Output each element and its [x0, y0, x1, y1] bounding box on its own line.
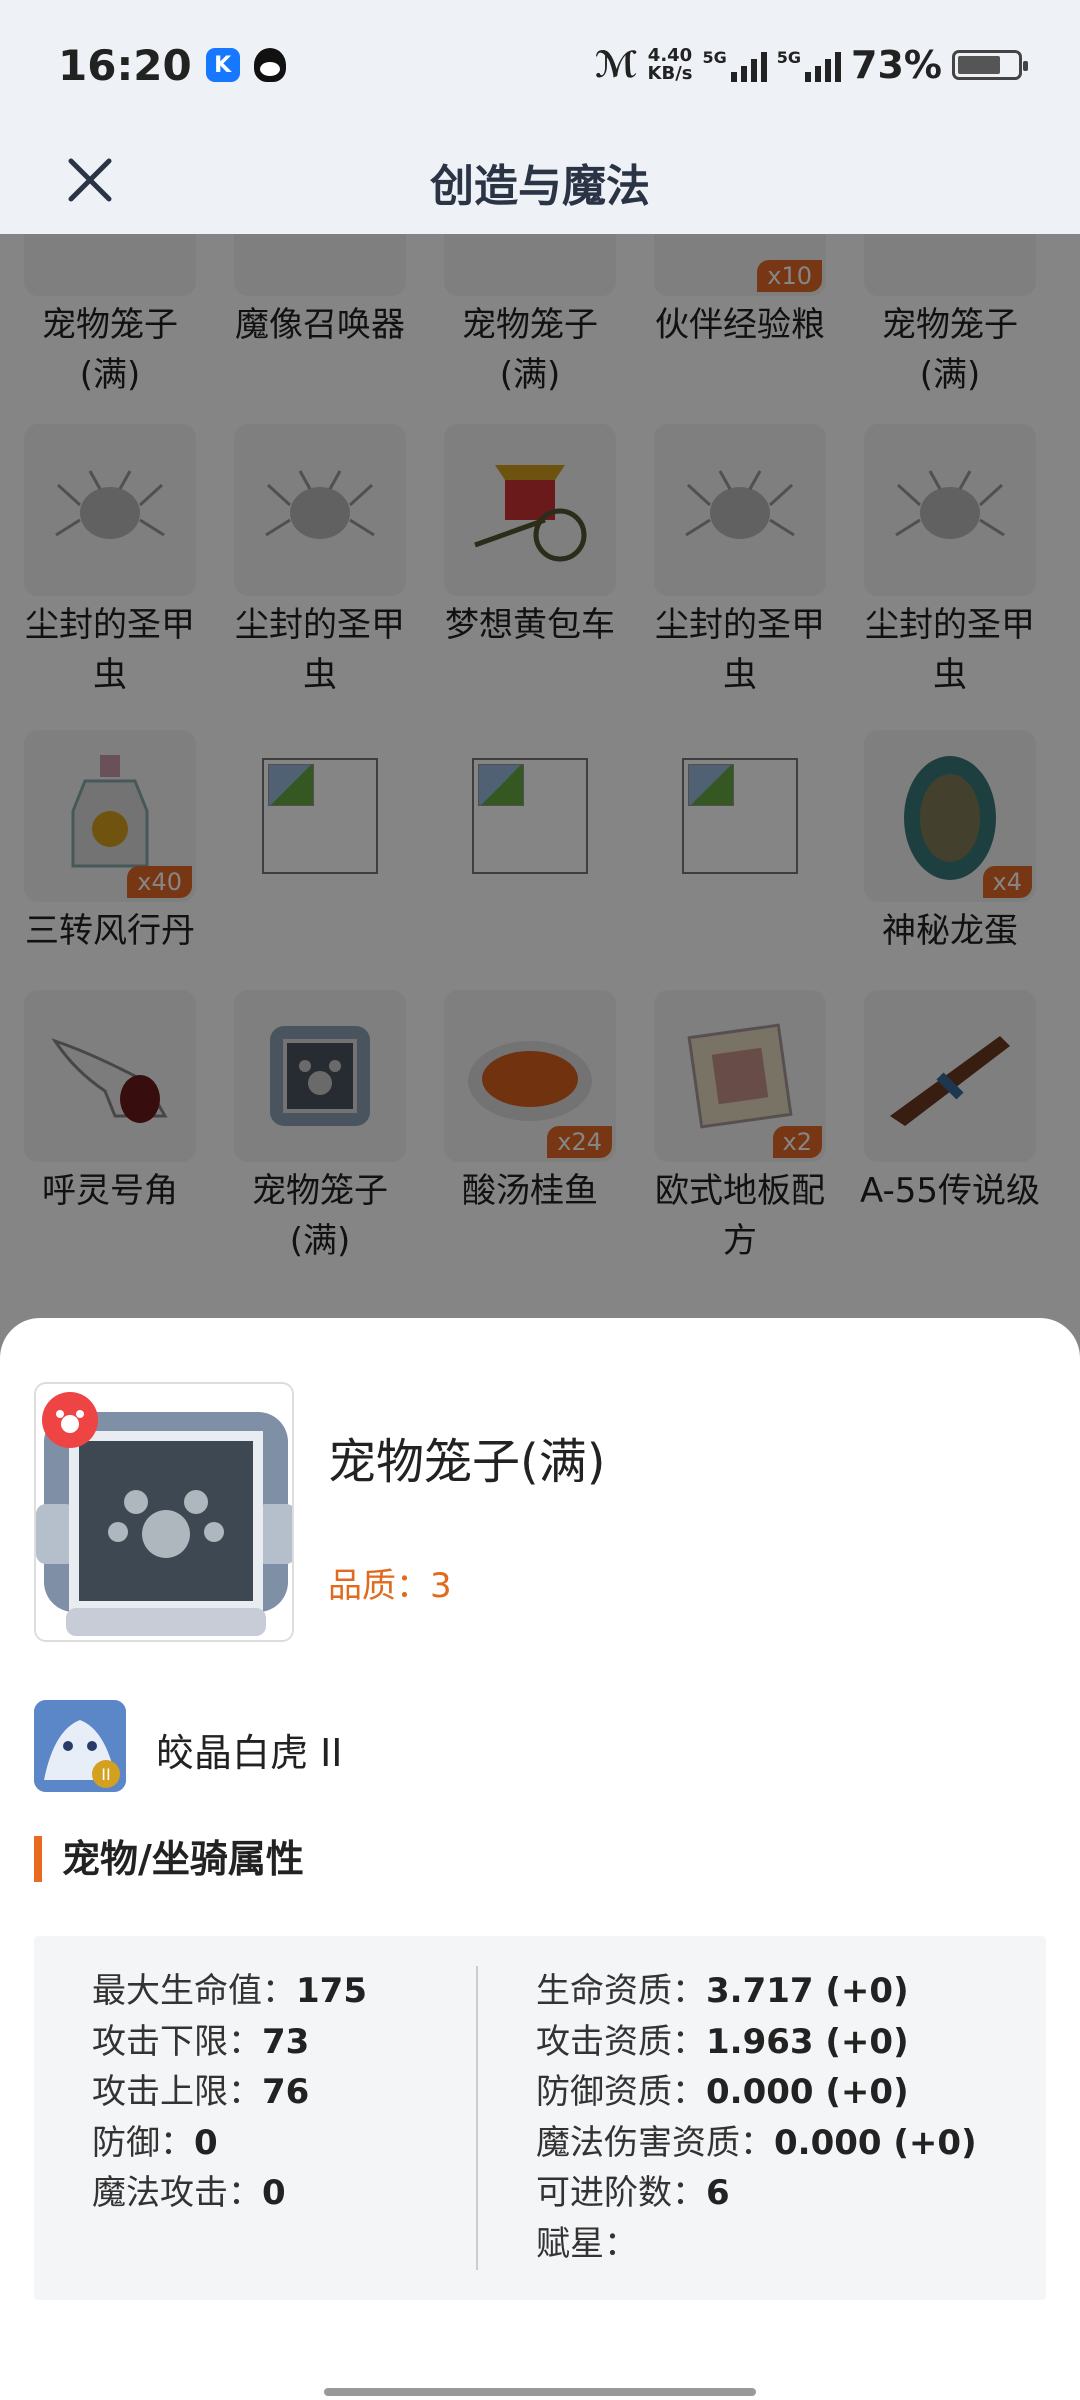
section-title: 宠物/坐骑属性	[34, 1836, 304, 1882]
stat-row: 攻击下限：73	[92, 2017, 367, 2068]
stat-row: 防御：0	[92, 2118, 367, 2169]
base-stats-column: 最大生命值：175 攻击下限：73 攻击上限：76 防御：0 魔法攻击：0	[92, 1966, 367, 2219]
k-app-notification-icon: K	[205, 48, 240, 82]
close-button[interactable]	[60, 150, 120, 210]
page-title: 创造与魔法	[430, 161, 650, 212]
stat-row: 魔法伤害资质：0.000 (+0)	[536, 2118, 977, 2169]
clock: 16:20	[58, 40, 192, 90]
stat-row: 可进阶数：6	[536, 2168, 977, 2219]
stat-value: 0.000 (+0)	[774, 2122, 977, 2163]
column-divider	[476, 1966, 478, 2270]
stat-value: 76	[262, 2072, 310, 2112]
signal-1-icon: 5G	[703, 48, 767, 82]
stat-value: 1.963 (+0)	[706, 2021, 909, 2062]
attribute-panel: 最大生命值：175 攻击下限：73 攻击上限：76 防御：0 魔法攻击：0 生命…	[34, 1936, 1046, 2300]
stat-label: 可进阶数：	[536, 2173, 706, 2213]
stat-row: 生命资质：3.717 (+0)	[536, 1966, 977, 2017]
signal-1-label: 5G	[702, 48, 727, 67]
stat-label: 赋星：	[536, 2223, 638, 2264]
stat-value: 6	[706, 2173, 730, 2213]
stat-row: 赋星：	[536, 2219, 977, 2270]
svg-text:II: II	[101, 1765, 110, 1784]
stat-row: 最大生命值：175	[92, 1966, 367, 2017]
battery-fill	[958, 56, 1001, 74]
stat-label: 魔法攻击：	[92, 2173, 262, 2213]
stat-row: 魔法攻击：0	[92, 2168, 367, 2219]
stat-value: 0	[262, 2173, 286, 2213]
aptitude-column: 生命资质：3.717 (+0) 攻击资质：1.963 (+0) 防御资质：0.0…	[536, 1966, 977, 2269]
home-indicator[interactable]	[324, 2388, 756, 2396]
stat-row: 攻击资质：1.963 (+0)	[536, 2017, 977, 2068]
pet-cage-large-icon	[34, 1382, 294, 1642]
stat-label: 最大生命值：	[92, 1971, 296, 2011]
white-tiger-avatar: II	[34, 1700, 126, 1792]
pet-name: 皎晶白虎 II	[156, 1731, 343, 1775]
close-icon	[68, 158, 112, 202]
modal-backdrop[interactable]	[0, 234, 1080, 1400]
battery-icon	[952, 50, 1028, 80]
stat-label: 防御：	[92, 2122, 194, 2163]
stat-row: 防御资质：0.000 (+0)	[536, 2067, 977, 2118]
stat-label: 攻击资质：	[536, 2021, 706, 2062]
status-bar: 16:20 K ℳ 4.40 KB/s 5G 5G 73%	[0, 0, 1080, 130]
nfc-hook-icon: ℳ	[594, 44, 638, 86]
stat-value: 0.000 (+0)	[706, 2072, 909, 2112]
stat-row: 攻击上限：76	[92, 2067, 367, 2118]
stat-value: 0	[194, 2122, 218, 2163]
stat-label: 攻击上限：	[92, 2072, 262, 2112]
item-detail-sheet: 宠物笼子(满) 品质：3 II 皎晶白虎 II 宠物/坐骑属性 最大生命值：17…	[0, 1318, 1080, 2400]
network-speed: 4.40 KB/s	[648, 47, 693, 83]
app-bar: 创造与魔法	[0, 130, 1080, 234]
stat-label: 魔法伤害资质：	[536, 2122, 774, 2163]
stat-label: 生命资质：	[536, 1971, 706, 2011]
network-speed-unit: KB/s	[647, 63, 693, 84]
battery-percent: 73%	[851, 43, 942, 87]
qq-notification-icon	[253, 48, 286, 82]
stat-value: 175	[296, 1971, 367, 2011]
signal-2-icon: 5G	[776, 48, 842, 82]
stat-value: 73	[262, 2021, 310, 2062]
stat-label: 防御资质：	[536, 2072, 706, 2112]
item-quality: 品质：3	[328, 1566, 452, 1606]
stat-value: 3.717 (+0)	[706, 1971, 909, 2011]
item-title: 宠物笼子(满)	[328, 1434, 606, 1490]
stat-label: 攻击下限：	[92, 2021, 262, 2062]
signal-2-label: 5G	[776, 48, 802, 67]
